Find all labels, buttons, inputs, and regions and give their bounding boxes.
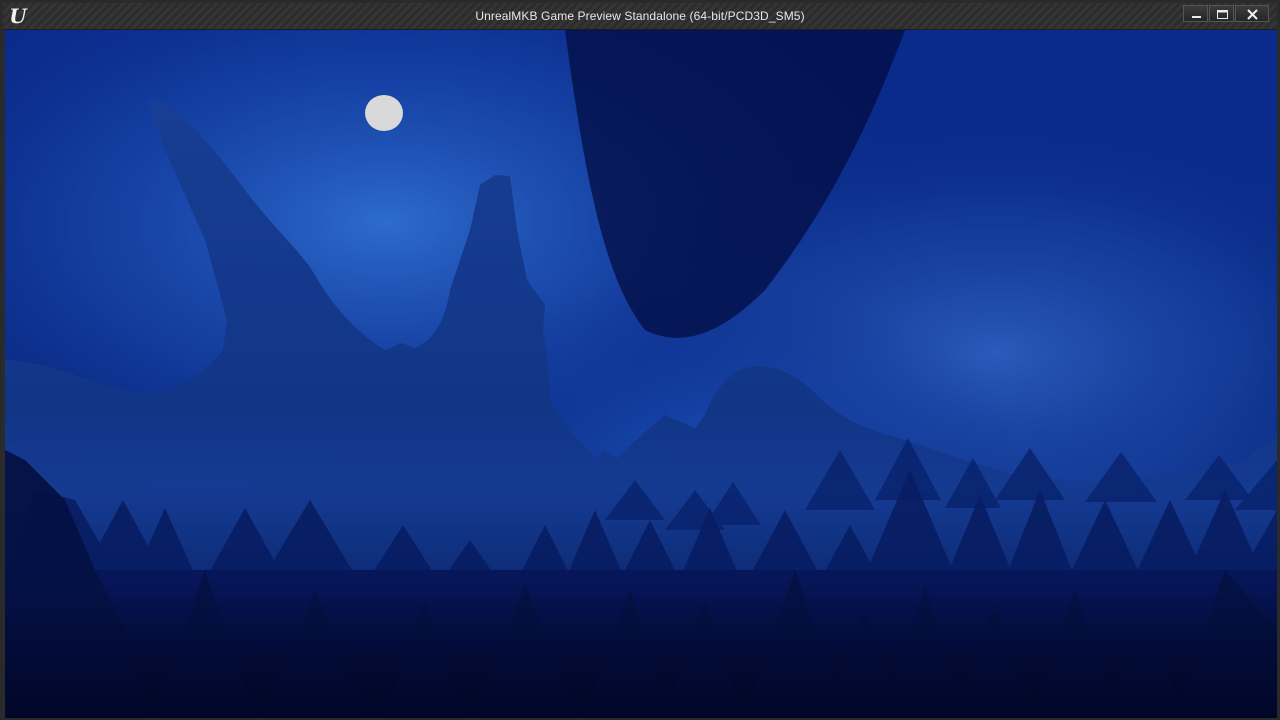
window-controls xyxy=(1182,5,1269,23)
minimize-button[interactable] xyxy=(1183,5,1208,22)
game-window: U UnrealMKB Game Preview Standalone (64-… xyxy=(0,0,1280,720)
bottom-shade xyxy=(5,590,1277,718)
close-button[interactable] xyxy=(1235,5,1269,22)
title-bar[interactable]: U UnrealMKB Game Preview Standalone (64-… xyxy=(3,3,1277,30)
game-viewport[interactable] xyxy=(5,30,1277,718)
maximize-button[interactable] xyxy=(1209,5,1234,22)
scene-canvas xyxy=(5,30,1277,718)
close-icon xyxy=(1247,9,1258,20)
maximize-icon xyxy=(1217,10,1228,19)
minimize-icon xyxy=(1192,16,1201,18)
moon xyxy=(365,95,403,131)
window-title: UnrealMKB Game Preview Standalone (64-bi… xyxy=(475,9,805,23)
